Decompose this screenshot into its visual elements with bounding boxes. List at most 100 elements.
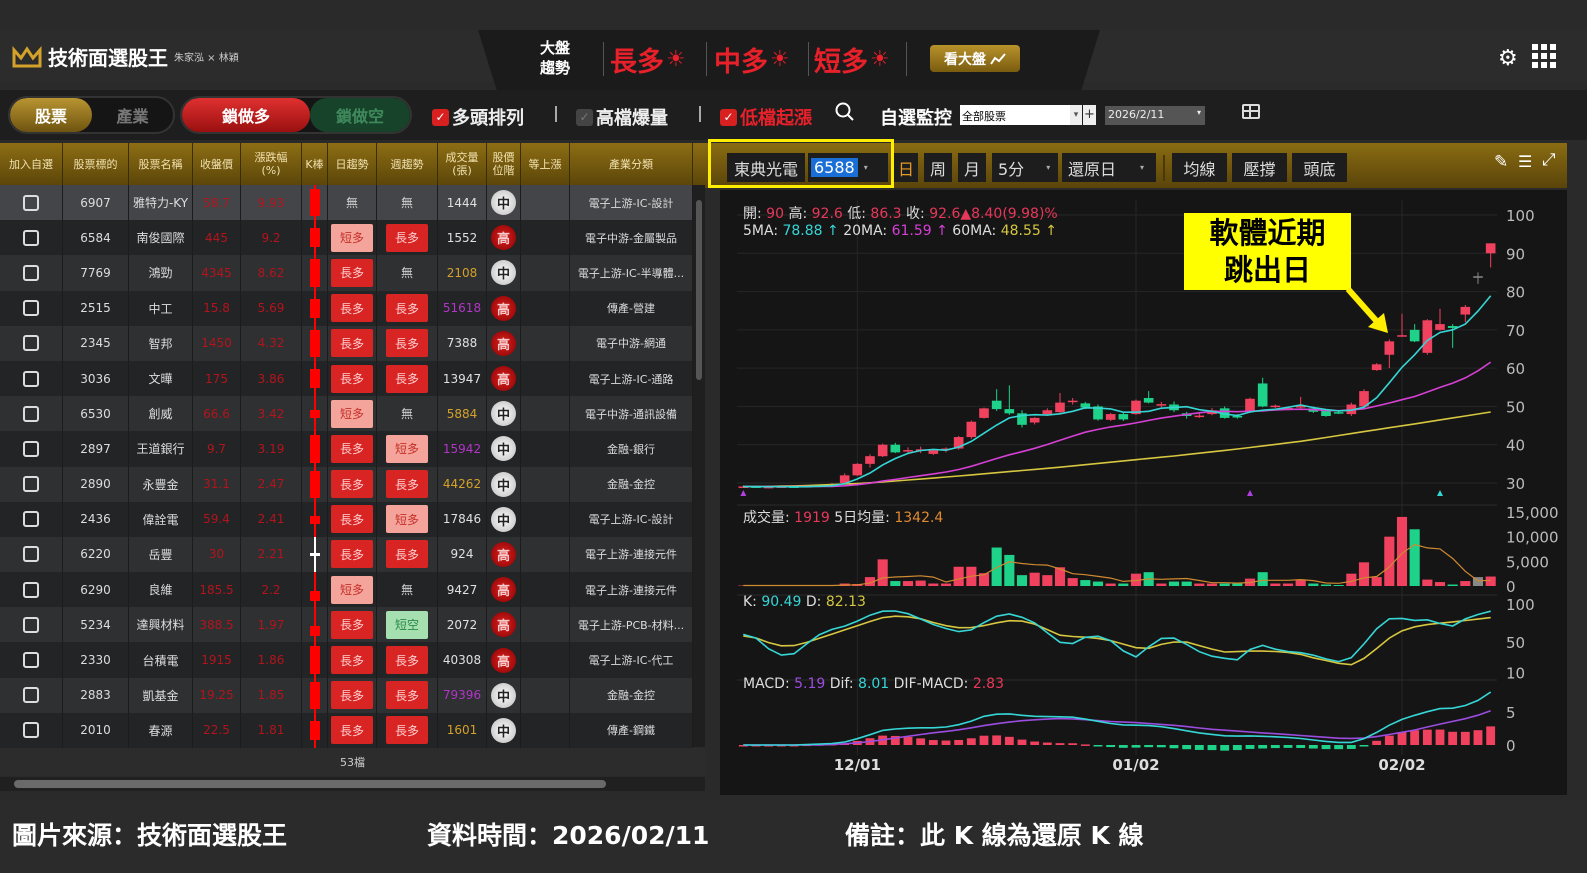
- checkbox-checked-icon[interactable]: ✓: [720, 108, 737, 126]
- close-price: 9.7: [193, 431, 241, 467]
- checkbox[interactable]: [23, 546, 39, 563]
- table-row[interactable]: 6220 岳豐 30 2.21 長多 長多 924 高 電子上游-連接元件: [0, 536, 693, 573]
- checkbox[interactable]: [23, 335, 39, 352]
- table-row[interactable]: 6584 南俊國際 445 9.2 短多 長多 1552 高 電子中游-金屬製品: [0, 220, 693, 256]
- kbar-cell: [302, 255, 328, 291]
- price-level: 中: [487, 677, 521, 713]
- checkbox-unchecked-icon[interactable]: ✓: [576, 108, 593, 126]
- checkbox[interactable]: [23, 581, 39, 598]
- trend-label: 長多: [610, 47, 664, 78]
- change-percent: 2.21: [241, 536, 302, 573]
- column-header[interactable]: 漲跌幅 (%): [241, 143, 302, 185]
- candlestick-icon: [302, 642, 327, 678]
- lock-short-button[interactable]: 鎖做空: [310, 98, 410, 132]
- adjust-select[interactable]: 還原日 ▾: [1062, 153, 1156, 182]
- checkbox[interactable]: [23, 616, 39, 633]
- filter-low-rise[interactable]: ✓ 低檔起漲: [720, 104, 812, 130]
- macd-histogram-bar: [1435, 729, 1445, 745]
- add-watchlist-button[interactable]: +: [1083, 105, 1096, 125]
- checkbox[interactable]: [23, 300, 39, 317]
- day-trend: 長多: [328, 677, 377, 713]
- toggle-stock[interactable]: 股票: [10, 98, 92, 132]
- expand-icon[interactable]: ⤢: [1542, 150, 1556, 170]
- table-row[interactable]: 3036 文曄 175 3.86 長多 長多 13947 高 電子上游-IC-通路: [0, 360, 693, 397]
- stock-table: 6907 雅特力-KY 58.7 9.93 無無 1444 中電子上游-IC-設計 6584 南…: [0, 185, 693, 748]
- table-row[interactable]: 7769 鴻勁 4345 8.62 長多 無 2108 中 電子上游-IC-半導體...: [0, 255, 693, 291]
- day-trend: 長多: [328, 466, 377, 502]
- checkbox[interactable]: [23, 370, 39, 387]
- table-row[interactable]: 6907 雅特力-KY 58.7 9.93 無 無 1444 中 電子上游-IC-設計: [0, 185, 693, 221]
- candle-body: [1029, 417, 1040, 423]
- macd-histogram-bar: [1182, 745, 1192, 750]
- checkbox[interactable]: [23, 476, 39, 493]
- checkbox[interactable]: [23, 264, 39, 281]
- checkbox[interactable]: [23, 440, 39, 457]
- price-level: 中: [487, 431, 521, 467]
- scrollbar-thumb[interactable]: [696, 200, 702, 380]
- period-day-button[interactable]: 日: [894, 153, 918, 182]
- app-grid-icon[interactable]: [1532, 44, 1556, 68]
- table-row[interactable]: 2010 春源 22.5 1.81 長多 長多 1601 中 傳產-鋼鐵: [0, 712, 693, 748]
- column-header[interactable]: 成交量 (張): [438, 143, 487, 185]
- filter-bull-alignment[interactable]: ✓ 多頭排列: [432, 104, 524, 130]
- price-level: 高: [487, 642, 521, 678]
- week-trend: 長多: [377, 325, 438, 361]
- lock-long-button[interactable]: 鎖做多: [182, 98, 310, 132]
- date-select[interactable]: 2026/2/11 ▾: [1105, 106, 1205, 125]
- column-header[interactable]: 等上漲: [521, 143, 570, 185]
- checkbox-checked-icon[interactable]: ✓: [432, 108, 449, 126]
- table-row[interactable]: 2883 凱基金 19.25 1.85 長多 長多 79396 中 金融-金控: [0, 677, 693, 713]
- macd-histogram-bar: [1296, 745, 1306, 748]
- column-header[interactable]: 股票名稱: [129, 143, 193, 185]
- column-header[interactable]: 日趨勢: [328, 143, 377, 185]
- stock-chart[interactable]: 1009080706050403012/01 01/02 02/02開: 90 高:…: [720, 190, 1567, 795]
- column-header[interactable]: 收盤價: [193, 143, 241, 185]
- table-row[interactable]: 2345 智邦 1450 4.32 長多 長多 7388 高 電子中游-網通: [0, 325, 693, 361]
- table-view-icon[interactable]: [1242, 104, 1260, 119]
- toggle-industry[interactable]: 產業: [92, 98, 173, 132]
- filter-high-volume[interactable]: ✓ 高檔爆量: [576, 104, 668, 130]
- column-header[interactable]: 股票標的: [63, 143, 129, 185]
- close-price: 58.7: [193, 185, 241, 221]
- checkbox[interactable]: [23, 405, 39, 422]
- change-percent: 1.81: [241, 712, 302, 748]
- search-icon[interactable]: [835, 102, 855, 127]
- period-month-button[interactable]: 月: [958, 153, 986, 182]
- table-row[interactable]: 2897 王道銀行 9.7 3.19 長多 短多 15942 中 金融-銀行: [0, 431, 693, 467]
- table-row[interactable]: 6290 良維 185.5 2.2 短多 無 9427 高 電子上游-連接元件: [0, 572, 693, 608]
- scrollbar-thumb[interactable]: [14, 780, 606, 788]
- sliders-icon[interactable]: ☰: [1518, 152, 1532, 171]
- settings-gear-icon[interactable]: ⚙: [1498, 46, 1518, 71]
- checkbox[interactable]: [23, 652, 39, 669]
- checkbox[interactable]: [23, 229, 39, 246]
- add-watchlist-cell: [0, 185, 63, 221]
- checkbox[interactable]: [23, 511, 39, 528]
- table-row[interactable]: 6530 創威 66.6 3.42 短多 無 5884 中 電子中游-通訊設備: [0, 396, 693, 432]
- ma-button[interactable]: 均線: [1172, 153, 1227, 182]
- table-row[interactable]: 2330 台積電 1915 1.86 長多 長多 40308 高 電子上游-IC-代工: [0, 642, 693, 678]
- column-header[interactable]: K棒: [302, 143, 328, 185]
- table-row[interactable]: 2890 永豐金 31.1 2.47 長多 長多 44262 中 金融-金控: [0, 466, 693, 502]
- checkbox[interactable]: [23, 194, 39, 211]
- table-row[interactable]: 5234 達興材料 388.5 1.97 長多 短空 2072 高 電子上游-PCB-材料...: [0, 607, 693, 643]
- column-header[interactable]: 加入自選: [0, 143, 63, 185]
- pencil-icon[interactable]: ✎: [1494, 152, 1508, 172]
- chevron-down-icon[interactable]: ▾: [1070, 105, 1082, 125]
- see-market-button[interactable]: 看大盤: [930, 45, 1020, 72]
- candle-body: [1435, 324, 1445, 330]
- column-header[interactable]: 股價 位階: [487, 143, 521, 185]
- column-header[interactable]: 週趨勢: [377, 143, 438, 185]
- macd-histogram-bar: [1473, 730, 1483, 745]
- column-header[interactable]: 產業分類: [570, 143, 693, 185]
- top-bottom-button[interactable]: 頭底: [1292, 153, 1347, 182]
- table-row[interactable]: 2436 偉詮電 59.4 2.41 長多 短多 17846 中 電子上游-IC-設計: [0, 501, 693, 537]
- support-resistance-button[interactable]: 壓撐: [1232, 153, 1287, 182]
- interval-select[interactable]: 5分 ▾: [992, 153, 1058, 182]
- period-week-button[interactable]: 周: [924, 153, 952, 182]
- checkbox[interactable]: [23, 687, 39, 704]
- week-trend: 短多: [377, 501, 438, 537]
- checkbox[interactable]: [23, 722, 39, 739]
- day-trend: 長多: [328, 290, 377, 326]
- watchlist-select[interactable]: 全部股票: [960, 105, 1080, 125]
- table-row[interactable]: 2515 中工 15.8 5.69 長多 長多 51618 高 傳產-營建: [0, 290, 693, 326]
